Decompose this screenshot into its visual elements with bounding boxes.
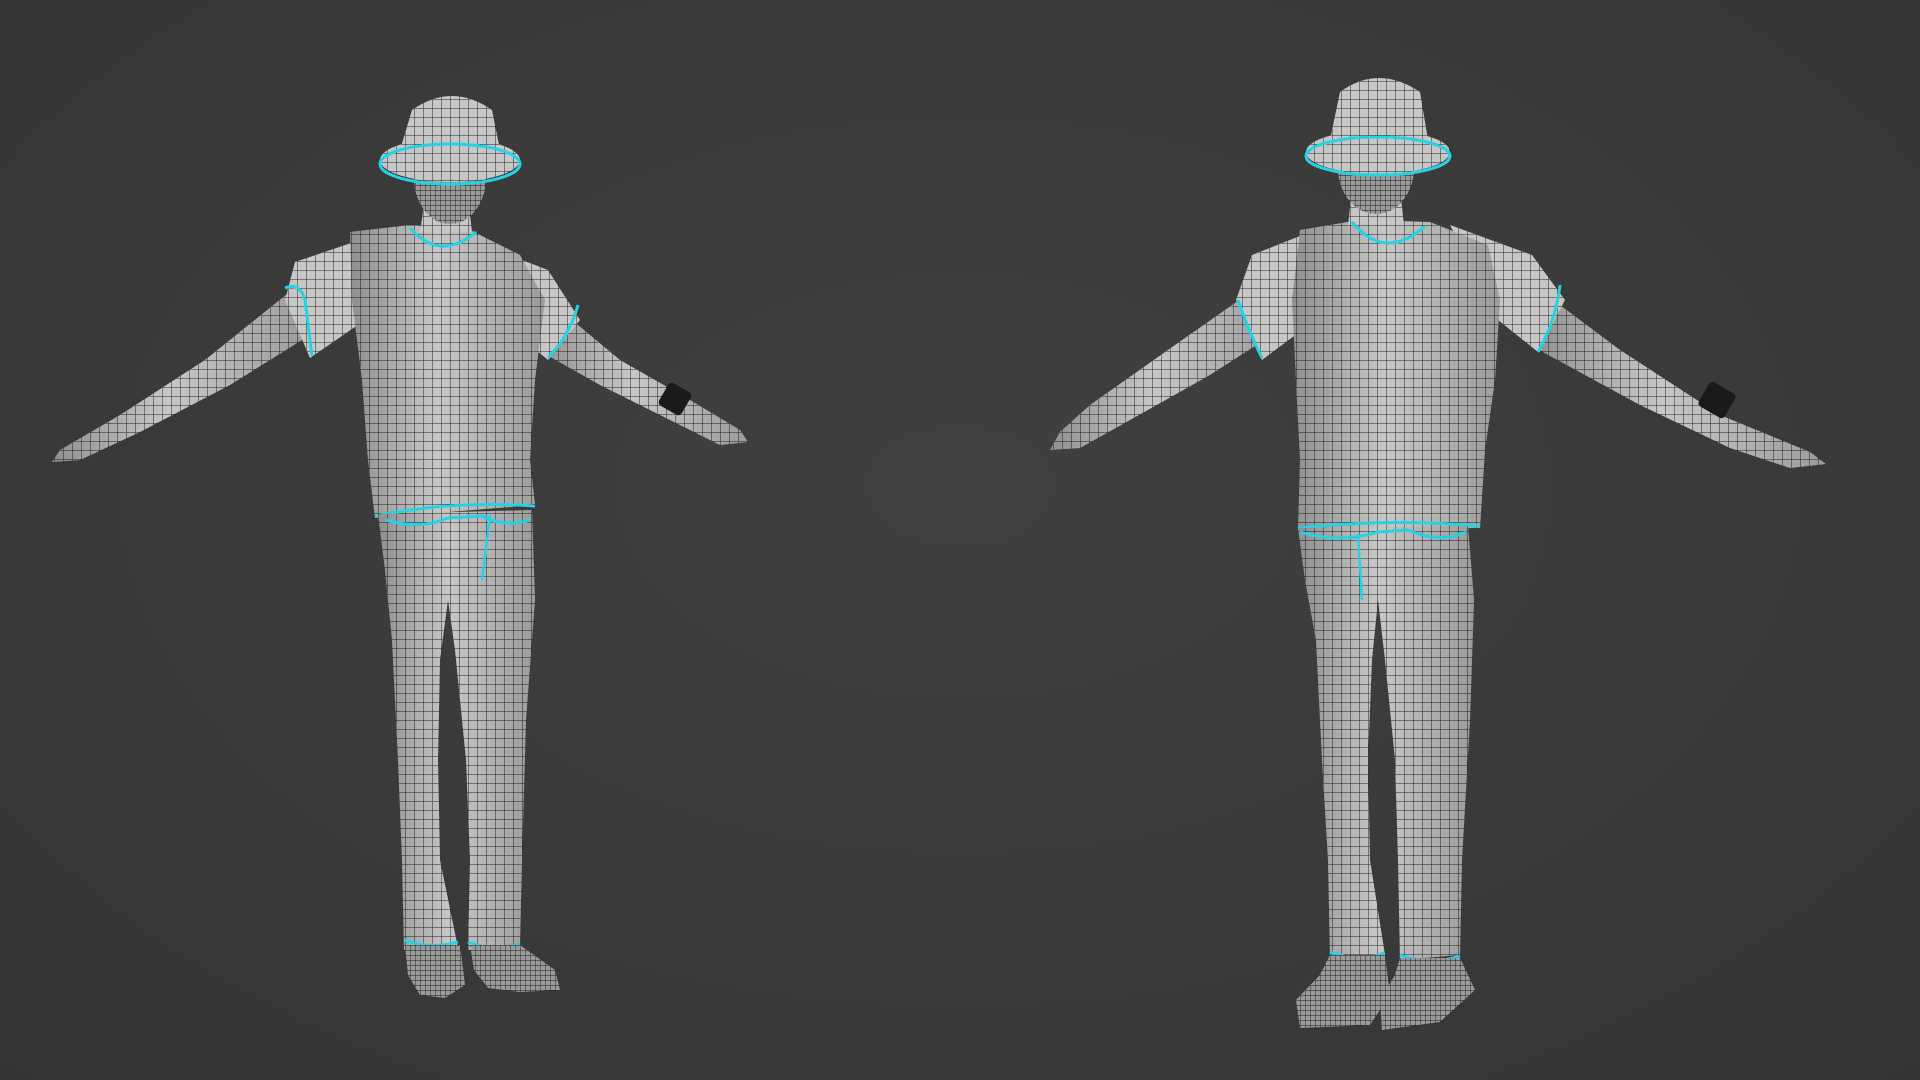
character-model-right[interactable] <box>1050 78 1826 1030</box>
shoe-left <box>405 945 465 998</box>
viewport-canvas <box>52 78 1826 1030</box>
shoe-right <box>1380 958 1475 1030</box>
character-model-left[interactable] <box>52 96 748 998</box>
shoe-left <box>1296 955 1390 1028</box>
3d-viewport[interactable] <box>0 0 1920 1080</box>
shoe-right <box>470 945 560 992</box>
